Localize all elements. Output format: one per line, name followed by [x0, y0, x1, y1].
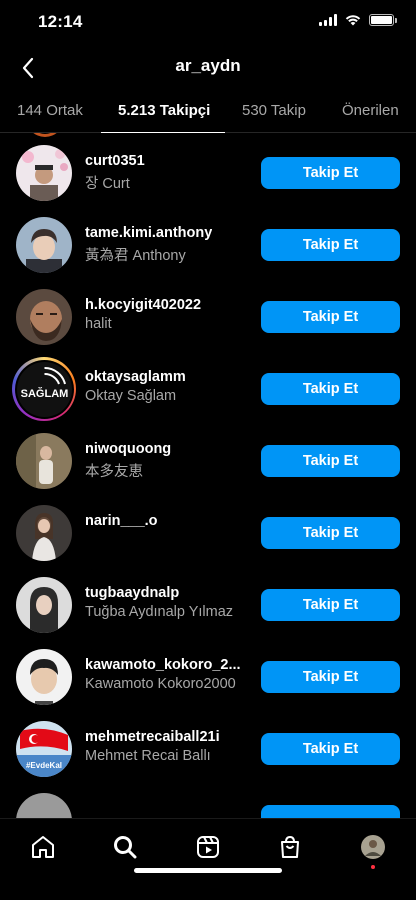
home-icon — [32, 836, 54, 858]
nav-profile[interactable] — [355, 829, 391, 869]
full-name: halit — [85, 316, 112, 332]
full-name: 장 Curt — [85, 176, 130, 192]
list-item[interactable]: kawamoto_kokoro_2... Kawamoto Kokoro2000… — [0, 641, 416, 713]
header: ar_aydn — [0, 46, 416, 90]
avatar[interactable] — [16, 433, 72, 489]
username[interactable]: tame.kimi.anthony — [85, 225, 212, 241]
username[interactable]: kawamoto_kokoro_2... — [85, 657, 241, 673]
tab-mutual[interactable]: 144 Ortak — [17, 102, 83, 119]
follow-button[interactable]: Takip Et — [261, 517, 400, 549]
notification-dot — [371, 865, 375, 869]
profile-avatar-icon — [361, 835, 385, 859]
list-item[interactable] — [0, 785, 416, 818]
follow-button[interactable]: Takip Et — [261, 733, 400, 765]
avatar: SAĞLAM — [16, 361, 72, 417]
username[interactable]: mehmetrecaiball21i — [85, 729, 220, 745]
username[interactable]: oktaysaglamm — [85, 369, 186, 385]
follow-button[interactable]: Takip Et — [261, 589, 400, 621]
username[interactable]: narin___.o — [85, 513, 158, 529]
username[interactable]: tugbaaydnalp — [85, 585, 179, 601]
avatar[interactable] — [16, 793, 72, 818]
follow-button[interactable]: Takip Et — [261, 373, 400, 405]
nav-home[interactable] — [25, 829, 61, 865]
tab-followers[interactable]: 5.213 Takipçi — [118, 102, 210, 119]
list-item[interactable]: h.kocyigit402022 halit Takip Et — [0, 281, 416, 353]
status-icons — [319, 14, 397, 26]
nav-reels[interactable] — [190, 829, 226, 865]
full-name: Mehmet Recai Ballı — [85, 748, 211, 764]
follow-button[interactable]: Takip Et — [261, 661, 400, 693]
avatar-hashtag-text: #EvdeKal — [26, 761, 62, 770]
avatar[interactable] — [16, 217, 72, 273]
home-indicator — [134, 868, 282, 873]
avatar[interactable] — [16, 289, 72, 345]
full-name: Oktay Sağlam — [85, 388, 177, 404]
full-name: Kawamoto Kokoro2000 — [85, 676, 236, 692]
list-item[interactable]: narin___.o Takip Et — [0, 497, 416, 569]
nav-shop[interactable] — [272, 829, 308, 865]
avatar[interactable] — [16, 145, 72, 201]
list-item[interactable]: tugbaaydnalp Tuğba Aydınalp Yılmaz Takip… — [0, 569, 416, 641]
story-ring[interactable]: SAĞLAM — [12, 357, 76, 421]
follow-button[interactable]: Takip Et — [261, 301, 400, 333]
avatar[interactable] — [16, 649, 72, 705]
full-name: 本多友恵 — [85, 464, 143, 480]
avatar[interactable]: #EvdeKal — [16, 721, 72, 777]
list-item[interactable]: #EvdeKal mehmetrecaiball21i Mehmet Recai… — [0, 713, 416, 785]
tab-suggested[interactable]: Önerilen — [342, 102, 399, 119]
battery-icon — [369, 14, 397, 26]
cellular-signal-icon — [319, 14, 337, 26]
list-item[interactable]: niwoquoong 本多友恵 Takip Et — [0, 425, 416, 497]
follow-button[interactable]: Takip Et — [261, 229, 400, 261]
nav-search[interactable] — [107, 829, 143, 865]
followers-list[interactable]: curt0351 장 Curt Takip Et tame.kimi.antho… — [0, 133, 416, 818]
search-icon — [114, 836, 137, 859]
list-item[interactable]: SAĞLAM oktaysaglamm Oktay Sağlam Takip E… — [0, 353, 416, 425]
username[interactable]: curt0351 — [85, 153, 145, 169]
avatar[interactable] — [16, 577, 72, 633]
follow-button[interactable]: Takip Et — [261, 445, 400, 477]
full-name: 黃為君 Anthony — [85, 248, 186, 264]
list-item[interactable]: tame.kimi.anthony 黃為君 Anthony Takip Et — [0, 209, 416, 281]
shopping-bag-icon — [281, 835, 299, 858]
follow-button[interactable] — [261, 805, 400, 818]
avatar-logo-text: SAĞLAM — [20, 387, 68, 400]
username[interactable]: h.kocyigit402022 — [85, 297, 201, 313]
bottom-nav — [0, 818, 416, 900]
username[interactable]: niwoquoong — [85, 441, 171, 457]
tab-following[interactable]: 530 Takip — [242, 102, 306, 119]
status-bar: 12:14 — [0, 0, 416, 46]
full-name: Tuğba Aydınalp Yılmaz — [85, 604, 234, 620]
status-time: 12:14 — [38, 12, 83, 31]
page-title: ar_aydn — [175, 56, 241, 75]
tab-bar: 144 Ortak 5.213 Takipçi 530 Takip Öneril… — [0, 90, 416, 133]
reels-icon — [197, 836, 219, 858]
wifi-icon — [345, 15, 361, 26]
list-item[interactable]: curt0351 장 Curt Takip Et — [0, 137, 416, 209]
follow-button[interactable]: Takip Et — [261, 157, 400, 189]
avatar[interactable] — [16, 505, 72, 561]
